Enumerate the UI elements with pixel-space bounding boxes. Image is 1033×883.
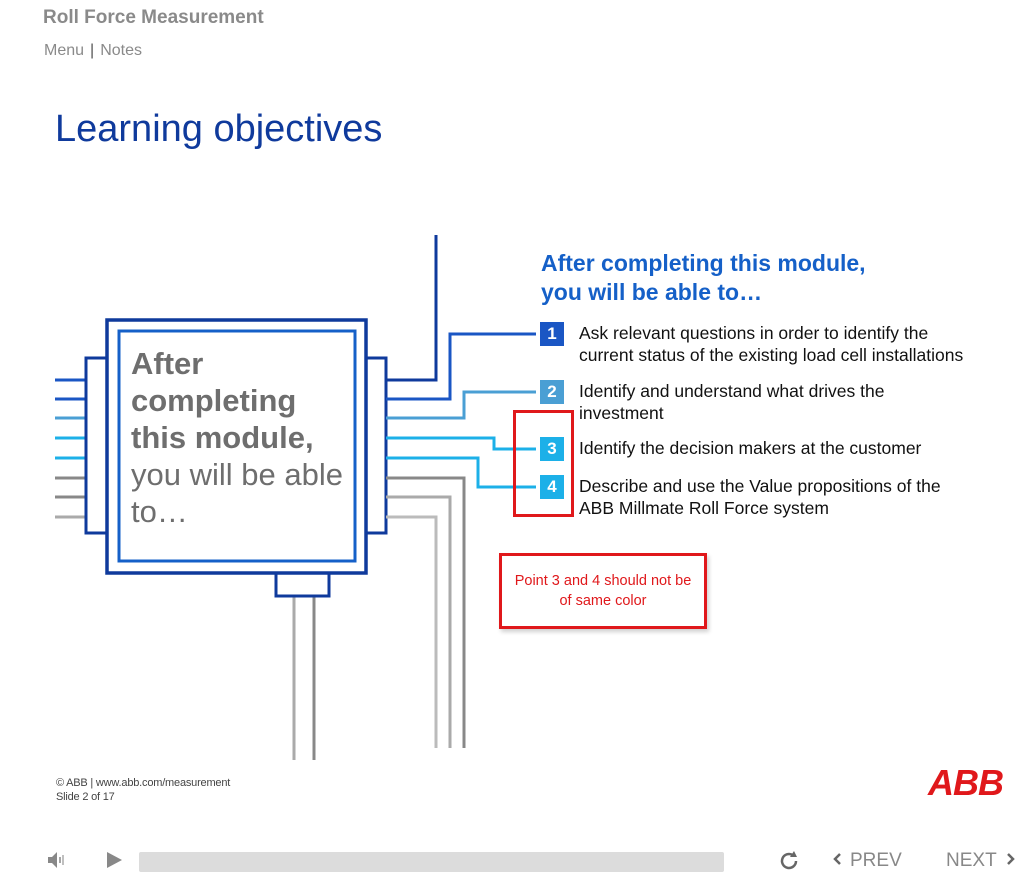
objective-item-2: 2 Identify and understand what drives th… bbox=[540, 380, 884, 424]
objective-number-1: 1 bbox=[540, 322, 564, 346]
nav-separator: | bbox=[90, 42, 95, 59]
chip-text-bold: After completing this module, bbox=[131, 346, 314, 455]
slide-footer: © ABB | www.abb.com/measurement Slide 2 … bbox=[56, 776, 230, 804]
objectives-heading-line2: you will be able to… bbox=[541, 279, 763, 305]
progress-bar[interactable] bbox=[139, 852, 724, 872]
objective-text-2-line1: Identify and understand what drives the bbox=[579, 381, 885, 401]
speaker-icon[interactable] bbox=[46, 850, 68, 875]
objective-text-4-line1: Describe and use the Value propositions … bbox=[579, 476, 941, 496]
copyright-text: © ABB | www.abb.com/measurement bbox=[56, 777, 231, 789]
objective-text-1-line1: Ask relevant questions in order to ident… bbox=[579, 323, 929, 343]
objectives-heading-line1: After completing this module, bbox=[541, 250, 866, 276]
objective-text-4-line2: ABB Millmate Roll Force system bbox=[579, 498, 829, 518]
chip-text-normal: you will be able to… bbox=[131, 457, 343, 529]
prev-label: PREV bbox=[850, 850, 902, 871]
objective-text-2: Identify and understand what drives the … bbox=[579, 380, 884, 424]
objective-text-1-line2: current status of the existing load cell… bbox=[579, 345, 964, 365]
slide-counter: Slide 2 of 17 bbox=[56, 791, 115, 803]
replay-icon[interactable] bbox=[777, 849, 801, 878]
notes-link[interactable]: Notes bbox=[100, 42, 142, 60]
objective-item-1: 1 Ask relevant questions in order to ide… bbox=[540, 322, 963, 366]
objective-text-3-line1: Identify the decision makers at the cust… bbox=[579, 438, 922, 458]
annotation-callout: Point 3 and 4 should not be of same colo… bbox=[499, 553, 707, 629]
play-icon[interactable] bbox=[104, 850, 124, 875]
objective-item-3: 3 Identify the decision makers at the cu… bbox=[540, 437, 921, 461]
chevron-right-icon bbox=[1006, 850, 1016, 872]
menu-link[interactable]: Menu bbox=[44, 42, 84, 60]
chevron-left-icon bbox=[832, 850, 842, 872]
slide-heading: Learning objectives bbox=[55, 108, 383, 150]
next-button[interactable]: NEXT bbox=[946, 850, 1016, 872]
objective-text-1: Ask relevant questions in order to ident… bbox=[579, 322, 963, 366]
objective-text-2-line2: investment bbox=[579, 403, 664, 423]
course-title: Roll Force Measurement bbox=[43, 7, 264, 28]
prev-button[interactable]: PREV bbox=[832, 850, 902, 872]
next-label: NEXT bbox=[946, 850, 997, 871]
objective-item-4: 4 Describe and use the Value proposition… bbox=[540, 475, 941, 519]
annotation-highlight-box bbox=[513, 410, 574, 517]
top-nav: Menu | Notes bbox=[44, 42, 142, 60]
chip-text: After completing this module, you will b… bbox=[131, 345, 346, 530]
objective-number-2: 2 bbox=[540, 380, 564, 404]
objective-text-3: Identify the decision makers at the cust… bbox=[579, 437, 921, 461]
objective-text-4: Describe and use the Value propositions … bbox=[579, 475, 941, 519]
objectives-heading: After completing this module, you will b… bbox=[541, 249, 866, 307]
abb-logo: ABB bbox=[928, 762, 1004, 803]
